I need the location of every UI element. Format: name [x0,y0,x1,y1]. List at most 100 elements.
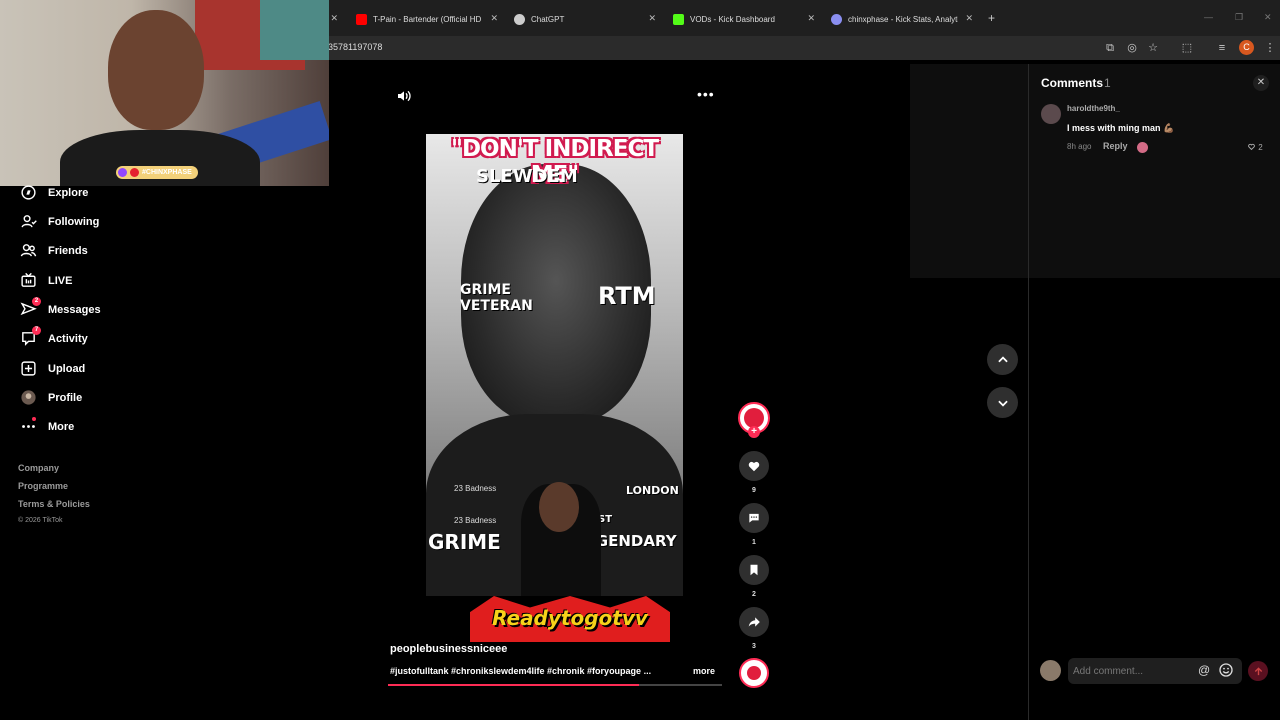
stream-chat-line: 23 Badness [454,484,497,493]
sticker-text: Readytogotvv [492,606,648,630]
tab-title: chinxphase - Kick Stats, Analyti [848,14,958,24]
close-icon[interactable]: ✕ [648,13,656,24]
sidebar-item-more[interactable]: More [20,417,75,435]
share-icon [748,617,760,627]
comment-like-count: 2 [1258,143,1263,152]
like-button[interactable] [739,451,769,481]
creator-liked-avatar [1137,142,1148,153]
browser-tab-kick-vods[interactable]: VODs - Kick Dashboard ✕ [673,8,815,30]
avatar[interactable] [1041,104,1061,124]
stream-handle: #CHINXPHASE [142,169,192,176]
media-control-icon[interactable]: ≡ [1214,40,1230,56]
footer-link-programme[interactable]: Programme [18,481,68,491]
background-clothing [260,0,329,60]
close-icon[interactable]: ✕ [965,13,973,24]
chevron-up-icon [997,355,1008,362]
comment-reply-button[interactable]: Reply [1103,141,1128,151]
sidebar-item-label: LIVE [48,274,73,287]
sidebar-item-following[interactable]: Following [20,213,99,230]
stats-site-icon [831,13,842,25]
footer-link-company[interactable]: Company [18,463,59,473]
video-author[interactable]: peoplebusinessniceee [390,643,507,655]
comment-icon [749,513,759,523]
messages-icon: 2 [20,297,41,318]
comments-count: 1 [1104,76,1111,90]
sidebar-item-friends[interactable]: Friends [20,242,88,259]
twitch-icon [118,168,127,177]
tab-title: VODs - Kick Dashboard [690,14,775,24]
profile-avatar [20,389,37,406]
poster-word: GRIME VETERAN [460,282,533,314]
restore-button[interactable]: ❐ [1235,12,1243,23]
comment-button[interactable] [739,503,769,533]
video-progress-bar[interactable] [388,684,722,686]
caption-more-link[interactable]: more [693,666,715,676]
mention-icon[interactable]: @ [1198,663,1210,677]
comment-input[interactable] [1073,663,1193,679]
browser-tab-chatgpt[interactable]: ChatGPT ✕ [514,8,656,30]
video-player[interactable]: "DON'T INDIRECT ME" SLEWDEM GRIME VETERA… [426,134,683,596]
profile-avatar[interactable]: C [1239,40,1254,55]
sound-disc-image [747,666,761,680]
close-window-button[interactable]: ✕ [1264,12,1272,23]
browser-menu-icon[interactable]: ⋮ [1262,40,1278,56]
guest-face [539,482,579,532]
activity-badge: 7 [32,326,41,335]
close-icon[interactable]: ✕ [330,13,338,24]
url-text[interactable]: 35781197078 [328,42,382,52]
poster-word: RTM [598,282,656,310]
sidebar-item-upload[interactable]: Upload [20,360,85,377]
share-count: 3 [752,643,756,650]
like-count: 9 [752,487,756,494]
emoji-icon[interactable] [1218,662,1234,678]
sidebar-item-profile[interactable]: Profile [20,389,82,406]
extensions-icon[interactable]: ⬚ [1179,40,1195,56]
heart-icon [748,461,760,472]
sidebar-item-label: More [48,420,75,433]
new-tab-button[interactable]: + [988,11,995,25]
eye-off-icon[interactable]: ◎ [1124,40,1140,56]
bookmark-star-icon[interactable]: ☆ [1145,40,1161,56]
browser-tab-tpain[interactable]: T-Pain - Bartender (Official HD ✕ [356,8,498,30]
sidebar-item-label: Friends [48,244,88,257]
share-button[interactable] [739,607,769,637]
follow-plus-icon[interactable]: + [748,426,760,438]
comments-panel: Comments 1 ✕ haroldthe9th_ I mess with m… [1028,64,1280,720]
video-options-icon[interactable]: ••• [697,86,715,102]
volume-icon[interactable] [396,88,412,104]
comments-title: Comments [1041,76,1104,90]
comment-username[interactable]: haroldthe9th_ [1067,104,1120,113]
sidebar-item-messages[interactable]: 2 Messages [20,297,101,318]
avatar [1040,660,1061,681]
browser-tab-kick-stats[interactable]: chinxphase - Kick Stats, Analyti ✕ [831,8,973,30]
sidebar-item-explore[interactable]: Explore [20,184,88,201]
install-app-icon[interactable]: ⧉ [1102,40,1118,56]
stream-handle-badge: #CHINXPHASE [116,166,198,179]
comment-hover-highlight [910,64,1028,278]
previous-video-button[interactable] [987,344,1018,375]
messages-badge: 2 [32,297,41,306]
sound-disc[interactable] [739,658,769,688]
sidebar-item-activity[interactable]: 7 Activity [20,326,88,347]
save-button[interactable] [739,555,769,585]
browser-tab-close[interactable]: ✕ [330,8,340,30]
close-icon[interactable]: ✕ [490,13,498,24]
poster-word: SLEWDEM [476,166,578,187]
sidebar-item-live[interactable]: LIVE [20,272,72,289]
stream-chat-line: 23 Badness [454,516,497,525]
close-icon[interactable]: ✕ [807,13,815,24]
minimize-button[interactable]: — [1204,12,1213,22]
compass-icon [20,184,37,201]
following-icon [20,213,37,230]
send-comment-button[interactable] [1248,661,1268,681]
sidebar-item-label: Following [48,215,100,228]
live-icon [20,272,37,289]
comment-like-button[interactable]: 2 [1247,142,1263,152]
poster-word: GRIME [428,530,501,554]
sidebar-item-label: Profile [48,391,83,404]
close-comments-button[interactable]: ✕ [1253,75,1269,91]
bookmark-icon [750,564,758,576]
youtube-icon [130,168,139,177]
footer-link-terms[interactable]: Terms & Policies [18,499,90,509]
next-video-button[interactable] [987,387,1018,418]
